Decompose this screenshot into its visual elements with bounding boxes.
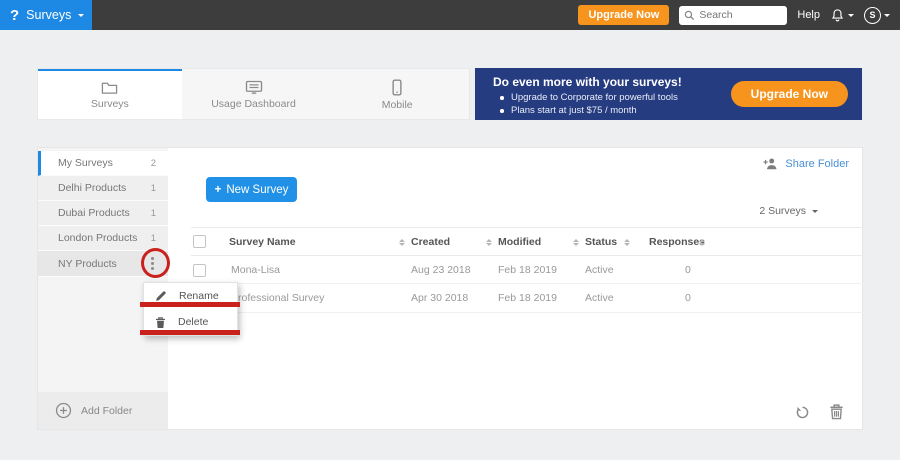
chevron-down-icon — [78, 13, 85, 17]
created-cell: Aug 23 2018 — [411, 264, 471, 276]
trash-icon — [156, 316, 165, 328]
share-folder-label: Share Folder — [785, 157, 849, 170]
sort-icon[interactable] — [486, 239, 492, 246]
product-switcher[interactable]: ? Surveys — [0, 0, 92, 30]
sort-icon[interactable] — [399, 239, 405, 246]
table-footer-actions — [794, 403, 844, 420]
tab-label: Usage Dashboard — [211, 98, 296, 110]
sidebar-item-delhi-products[interactable]: Delhi Products 1 — [38, 176, 168, 201]
add-folder-label: Add Folder — [81, 404, 133, 417]
share-folder-button[interactable]: Share Folder — [763, 157, 849, 170]
sort-icon[interactable] — [573, 239, 579, 246]
folder-count: 1 — [150, 232, 156, 244]
column-header-status[interactable]: Status — [585, 236, 617, 248]
modified-cell: Feb 18 2019 — [498, 292, 557, 304]
tab-label: Mobile — [381, 99, 413, 111]
chevron-down-icon — [884, 13, 890, 17]
folder-name: London Products — [58, 232, 138, 244]
share-person-icon — [763, 158, 777, 170]
column-header-survey-name[interactable]: Survey Name — [229, 236, 296, 248]
modified-cell: Feb 18 2019 — [498, 264, 557, 276]
tab-surveys[interactable]: Surveys — [38, 69, 182, 119]
tab-mobile[interactable]: Mobile — [325, 69, 469, 119]
row-checkbox[interactable] — [193, 264, 206, 277]
chevron-down-icon — [848, 13, 854, 17]
search-box[interactable] — [679, 5, 788, 25]
folder-name: NY Products — [58, 257, 117, 270]
search-input[interactable] — [699, 9, 780, 21]
tab-label: Surveys — [90, 98, 129, 110]
surveys-panel: My Surveys 2 Delhi Products 1 Dubai Prod… — [37, 147, 864, 430]
folder-count: 1 — [150, 207, 156, 219]
sort-icon[interactable] — [699, 239, 705, 246]
table-header-row: Survey Name Created Modified Status Resp… — [191, 227, 864, 256]
brand-logo-icon: ? — [10, 6, 20, 24]
avatar: S — [864, 6, 881, 24]
responses-cell: 0 — [685, 264, 691, 276]
mobile-icon — [392, 79, 402, 96]
kebab-menu-icon[interactable] — [149, 255, 156, 272]
table-row: Mona-Lisa Aug 23 2018 Feb 18 2019 Active… — [191, 256, 864, 284]
new-survey-label: New Survey — [226, 183, 289, 196]
responses-cell: 0 — [685, 292, 691, 304]
created-cell: Apr 30 2018 — [411, 292, 469, 304]
dashboard-icon — [245, 80, 262, 94]
folder-context-menu: Rename Delete — [143, 282, 238, 336]
sort-icon[interactable] — [624, 239, 630, 246]
plus-icon: + — [214, 183, 222, 196]
surveys-count-label: 2 Surveys — [759, 205, 806, 217]
banner-upgrade-button[interactable]: Upgrade Now — [730, 81, 848, 107]
folder-count: 2 — [150, 157, 156, 169]
folder-count: 1 — [150, 182, 156, 194]
top-bar: ? Surveys Upgrade Now Help S — [0, 0, 900, 30]
table-row: Professional Survey Apr 30 2018 Feb 18 2… — [191, 284, 864, 313]
context-menu-delete[interactable]: Delete — [144, 309, 237, 335]
add-folder-button[interactable]: Add Folder — [38, 392, 168, 429]
folder-name: Delhi Products — [58, 182, 127, 194]
column-header-responses[interactable]: Responses — [649, 236, 705, 248]
tab-strip: Surveys Usage Dashboard Mobile — [37, 68, 470, 120]
new-survey-button[interactable]: + New Survey — [206, 177, 297, 202]
help-link[interactable]: Help — [797, 9, 820, 21]
promo-banner: Do even more with your surveys! Upgrade … — [475, 68, 862, 120]
survey-name-link[interactable]: Professional Survey — [231, 292, 324, 304]
plus-circle-icon — [55, 402, 72, 419]
sidebar-item-ny-products[interactable]: NY Products — [38, 251, 168, 277]
status-cell[interactable]: Active — [585, 292, 614, 304]
context-menu-rename[interactable]: Rename — [144, 283, 237, 309]
restore-icon[interactable] — [794, 405, 811, 419]
pencil-icon — [156, 291, 166, 301]
folder-name: My Surveys — [58, 157, 113, 169]
survey-name-link[interactable]: Mona-Lisa — [231, 264, 280, 276]
trash-icon[interactable] — [829, 403, 844, 420]
notifications-menu[interactable] — [830, 8, 854, 23]
context-menu-label: Delete — [178, 316, 209, 328]
account-menu[interactable]: S — [864, 6, 890, 24]
chevron-down-icon — [812, 209, 818, 213]
tab-usage-dashboard[interactable]: Usage Dashboard — [182, 69, 326, 119]
surveys-count-dropdown[interactable]: 2 Surveys — [759, 205, 818, 217]
sidebar-item-dubai-products[interactable]: Dubai Products 1 — [38, 201, 168, 226]
folder-icon — [102, 82, 118, 94]
status-cell[interactable]: Active — [585, 264, 614, 276]
product-menu-label: Surveys — [26, 8, 72, 22]
upgrade-now-button[interactable]: Upgrade Now — [578, 5, 670, 25]
surveys-table: Survey Name Created Modified Status Resp… — [191, 227, 864, 313]
column-header-created[interactable]: Created — [411, 236, 450, 248]
select-all-checkbox[interactable] — [193, 235, 206, 248]
context-menu-label: Rename — [179, 290, 219, 302]
sidebar-item-my-surveys[interactable]: My Surveys 2 — [38, 151, 168, 176]
search-icon — [685, 10, 695, 20]
sidebar-item-london-products[interactable]: London Products 1 — [38, 226, 168, 251]
folder-name: Dubai Products — [58, 207, 130, 219]
bell-icon — [832, 8, 843, 21]
column-header-modified[interactable]: Modified — [498, 236, 541, 248]
